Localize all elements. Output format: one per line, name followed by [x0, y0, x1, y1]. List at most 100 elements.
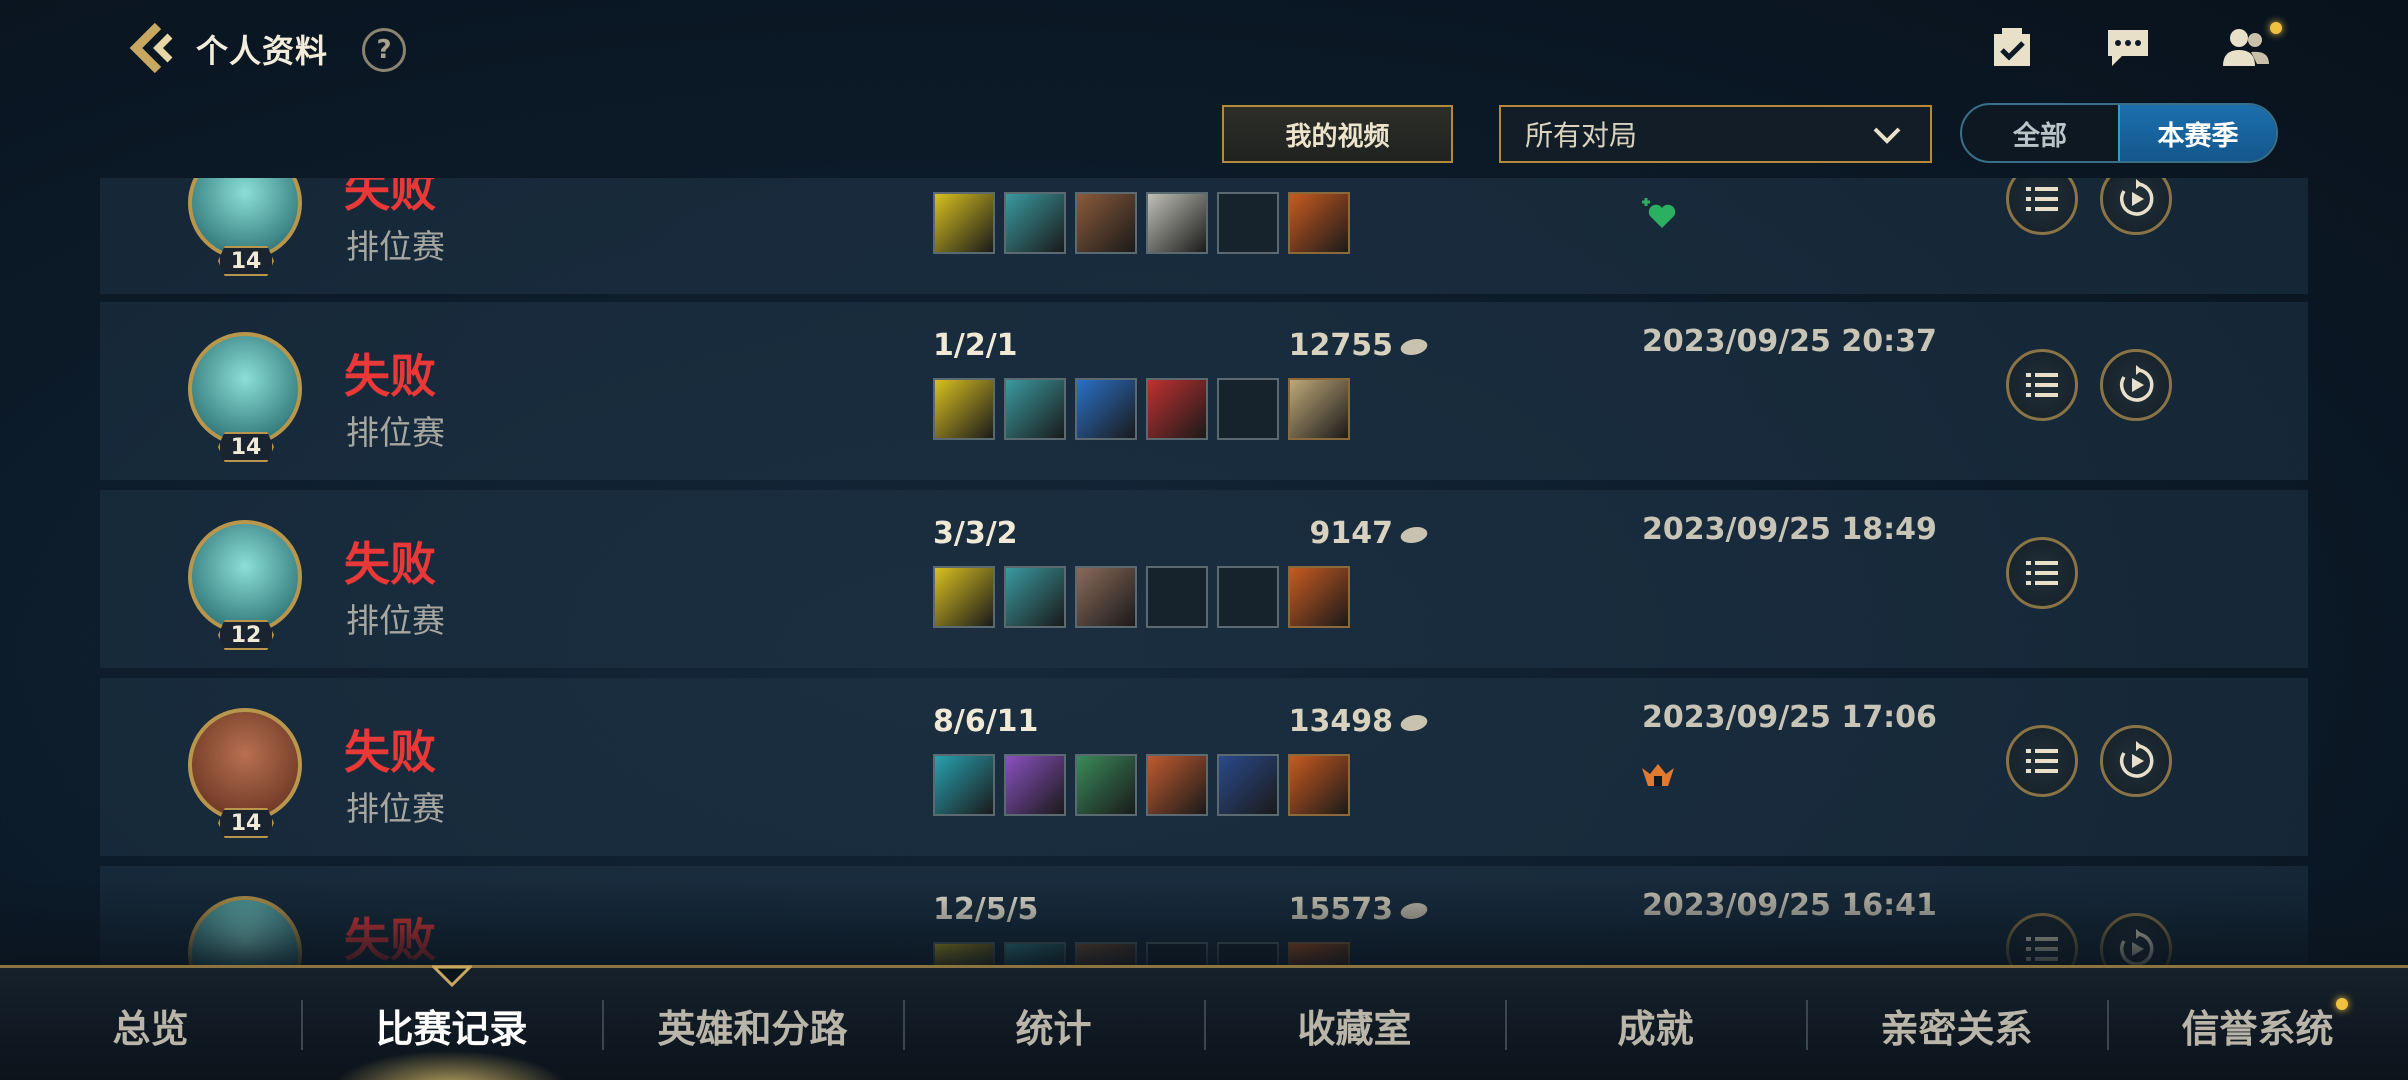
tab-1[interactable]: 总览 — [0, 968, 301, 1080]
replay-button[interactable] — [2100, 725, 2172, 797]
gold-earned: 15573 — [1212, 892, 1430, 927]
item-icon[interactable] — [933, 378, 995, 440]
item-icon[interactable] — [1075, 192, 1137, 254]
active-tab-glow — [330, 1050, 570, 1080]
notification-dot — [2270, 22, 2282, 34]
item-icon[interactable] — [1288, 378, 1350, 440]
item-icon[interactable] — [1288, 192, 1350, 254]
messages-button[interactable] — [2100, 22, 2156, 74]
item-icon[interactable] — [1146, 754, 1208, 816]
gold-earned: 13498 — [1212, 704, 1430, 739]
match-details-button[interactable] — [2006, 178, 2078, 235]
item-build — [933, 754, 1350, 816]
empty-item-slot[interactable] — [1217, 192, 1279, 254]
gold-value: 13498 — [1288, 704, 1393, 739]
list-icon — [2026, 373, 2058, 397]
item-icon[interactable] — [933, 192, 995, 254]
match-result: 失败 — [344, 349, 436, 403]
toggle-all[interactable]: 全部 — [1962, 105, 2118, 161]
item-build — [933, 192, 1350, 254]
replay-button[interactable] — [2100, 349, 2172, 421]
back-button[interactable] — [122, 18, 182, 78]
tab-7[interactable]: 亲密关系 — [1806, 968, 2107, 1080]
match-row[interactable]: 14 失败 排位赛 1/2/1 12755 2023/09/25 20:37 — [100, 302, 2308, 480]
match-details-button[interactable] — [2006, 913, 2078, 968]
item-icon[interactable] — [933, 754, 995, 816]
back-arrow-icon — [129, 22, 173, 74]
gold-coin-icon — [1398, 902, 1430, 919]
champion-level: 12 — [218, 620, 274, 650]
match-date: 2023/09/25 20:37 — [1642, 324, 1937, 359]
kda: 8/6/11 — [933, 704, 1039, 739]
gold-earned: 9147 — [1212, 516, 1430, 551]
match-history-list[interactable]: 14失败排位赛3/3/61224014失败排位赛1/2/1127552023/0… — [100, 178, 2308, 968]
champion-level: 14 — [218, 432, 274, 462]
season-toggle[interactable]: 全部 本赛季 — [1960, 103, 2278, 163]
my-videos-button[interactable]: 我的视频 — [1222, 105, 1453, 163]
replay-icon — [2119, 929, 2154, 966]
item-icon[interactable] — [1075, 754, 1137, 816]
match-result: 失败 — [344, 178, 436, 217]
item-icon[interactable] — [1217, 754, 1279, 816]
item-icon[interactable] — [1004, 566, 1066, 628]
match-details-button[interactable] — [2006, 725, 2078, 797]
list-icon — [2026, 561, 2058, 585]
item-icon[interactable] — [1288, 566, 1350, 628]
tab-3[interactable]: 英雄和分路 — [602, 968, 903, 1080]
tab-4[interactable]: 统计 — [903, 968, 1204, 1080]
item-icon[interactable] — [1075, 566, 1137, 628]
match-mode: 排位赛 — [346, 227, 445, 266]
empty-item-slot[interactable] — [1217, 378, 1279, 440]
friends-icon — [2223, 29, 2269, 66]
toggle-this-season[interactable]: 本赛季 — [2118, 105, 2276, 161]
match-mode: 排位赛 — [346, 789, 445, 828]
item-icon[interactable] — [1004, 754, 1066, 816]
item-icon[interactable] — [1004, 192, 1066, 254]
match-row[interactable]: 失败SVP12/5/5155732023/09/25 16:41 — [100, 866, 2308, 968]
item-icon[interactable] — [1288, 754, 1350, 816]
champion-avatar — [188, 332, 302, 446]
tab-divider — [602, 1000, 604, 1050]
replay-button[interactable] — [2100, 913, 2172, 968]
notification-dot — [2336, 998, 2348, 1010]
tab-8[interactable]: 信誉系统 — [2107, 968, 2408, 1080]
gold-coin-icon — [1398, 338, 1430, 355]
gold-value: 15573 — [1288, 892, 1393, 927]
tab-5[interactable]: 收藏室 — [1204, 968, 1505, 1080]
clipboard-check-icon — [1994, 28, 2030, 66]
match-date: 2023/09/25 16:41 — [1642, 888, 1937, 923]
kda: 1/2/1 — [933, 328, 1018, 363]
match-row[interactable]: 14失败排位赛3/3/612240 — [100, 178, 2308, 294]
match-details-button[interactable] — [2006, 349, 2078, 421]
match-row[interactable]: 14 失败 排位赛 8/6/11 13498 2023/09/25 17:06 — [100, 678, 2308, 856]
tab-divider — [1204, 1000, 1206, 1050]
item-icon[interactable] — [1075, 378, 1137, 440]
friends-button[interactable] — [2218, 22, 2282, 74]
match-type-dropdown[interactable]: 所有对局 — [1499, 105, 1932, 163]
help-icon[interactable]: ? — [362, 28, 406, 72]
kda: 3/3/2 — [933, 516, 1018, 551]
gold-value: 12755 — [1288, 328, 1393, 363]
list-icon — [2026, 937, 2058, 961]
match-row[interactable]: 12 失败 排位赛 3/3/2 9147 2023/09/25 18:49 — [100, 490, 2308, 668]
item-icon[interactable] — [1146, 378, 1208, 440]
chevron-down-icon — [1873, 127, 1901, 144]
item-build — [933, 566, 1350, 628]
match-date: 2023/09/25 17:06 — [1642, 700, 1937, 735]
item-icon[interactable] — [933, 566, 995, 628]
tab-6[interactable]: 成就 — [1505, 968, 1806, 1080]
page-title: 个人资料 — [196, 32, 329, 70]
kda: 12/5/5 — [933, 892, 1039, 927]
tab-divider — [2107, 1000, 2109, 1050]
match-details-button[interactable] — [2006, 537, 2078, 609]
item-icon[interactable] — [1004, 378, 1066, 440]
item-icon[interactable] — [1146, 192, 1208, 254]
empty-item-slot[interactable] — [1146, 566, 1208, 628]
empty-item-slot[interactable] — [1217, 566, 1279, 628]
match-mode: 排位赛 — [346, 601, 445, 640]
tasks-button[interactable] — [1984, 22, 2040, 74]
replay-button[interactable] — [2100, 178, 2172, 235]
tab-divider — [903, 1000, 905, 1050]
gold-coin-icon — [1398, 526, 1430, 543]
match-result: 失败 — [344, 725, 436, 779]
